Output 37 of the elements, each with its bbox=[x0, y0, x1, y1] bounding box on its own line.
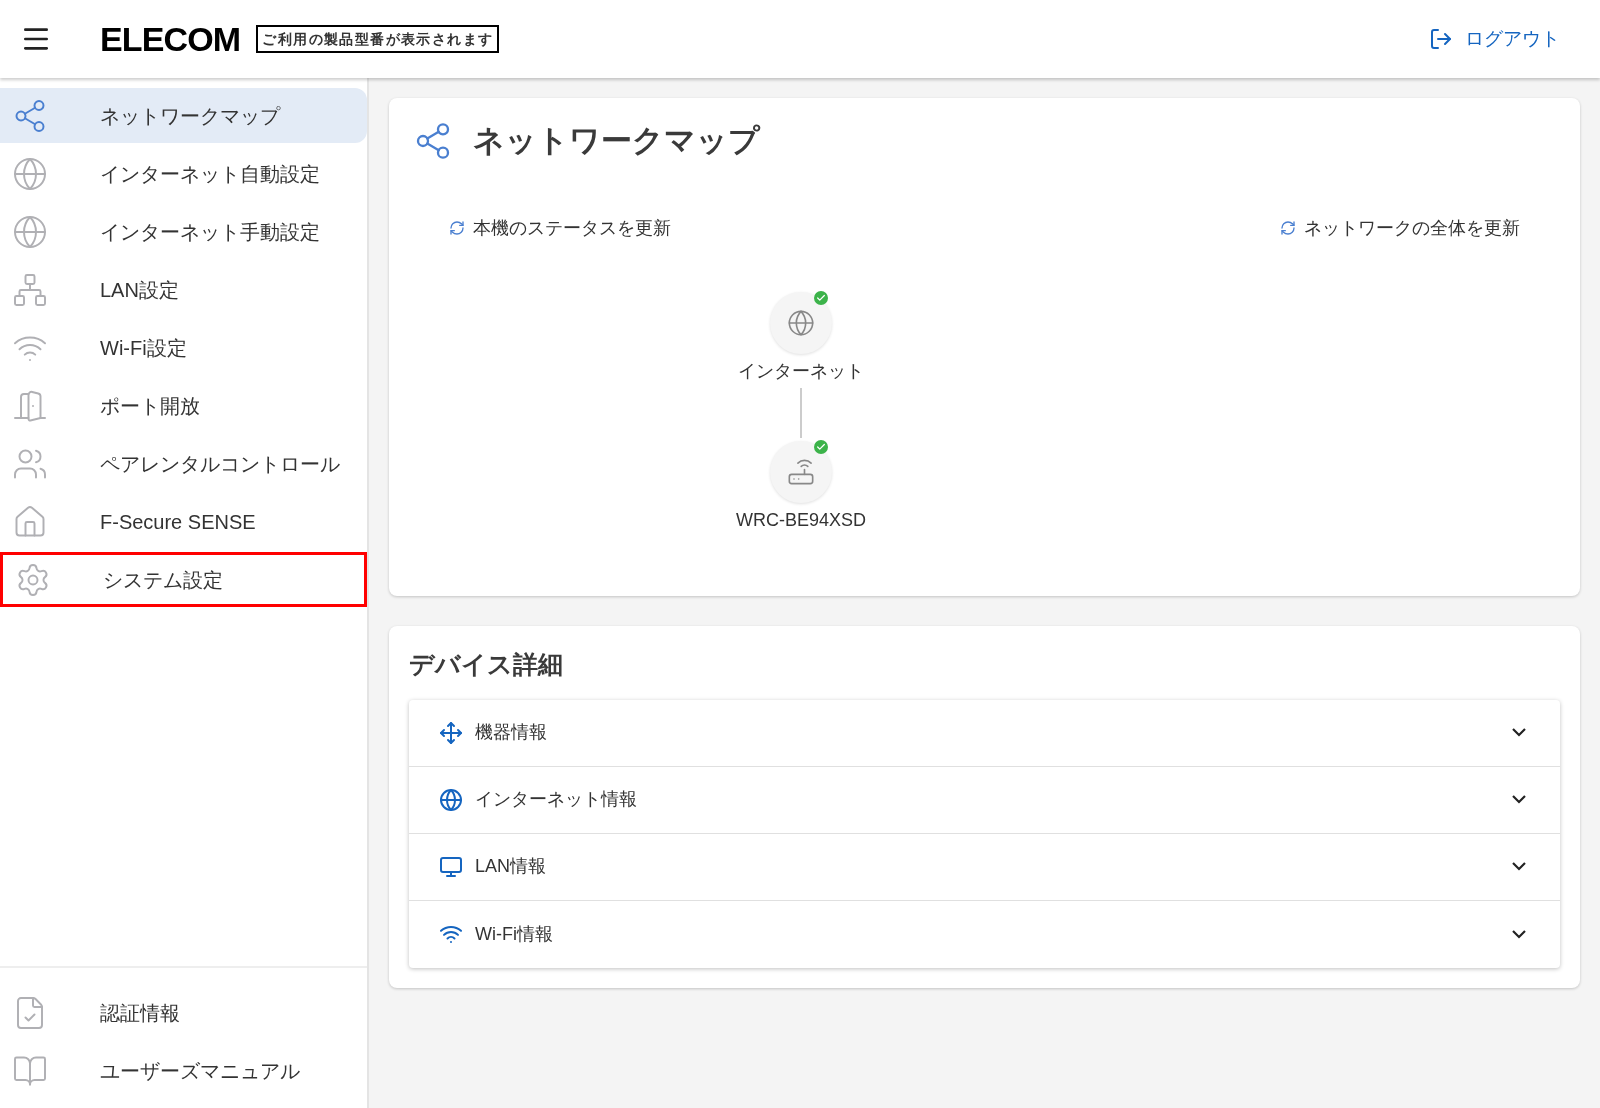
sidebar-item[interactable]: ネットワークマップ bbox=[0, 88, 367, 143]
accordion-item[interactable]: 機器情報 bbox=[409, 699, 1560, 767]
logout-link[interactable]: ログアウト bbox=[1429, 24, 1560, 54]
card-title: ネットワークマップ bbox=[473, 122, 760, 160]
sidebar-item[interactable]: インターネット自動設定 bbox=[0, 146, 367, 201]
router-icon bbox=[787, 457, 815, 486]
sidebar-item[interactable]: ポート開放 bbox=[0, 378, 367, 433]
device-node[interactable] bbox=[770, 440, 832, 503]
sidebar-item[interactable]: Wi-Fi設定 bbox=[0, 320, 367, 375]
sidebar-item[interactable]: LAN設定 bbox=[0, 262, 367, 317]
connector-line bbox=[800, 387, 802, 438]
model-label: ご利用の製品型番が表示されます bbox=[256, 25, 500, 53]
globe-icon bbox=[787, 308, 815, 337]
accordion-item[interactable]: インターネット情報 bbox=[409, 766, 1560, 834]
refresh-icon bbox=[1280, 220, 1296, 236]
sidebar-item[interactable]: インターネット手動設定 bbox=[0, 204, 367, 259]
refresh-network-button[interactable]: ネットワークの全体を更新 bbox=[1280, 214, 1520, 242]
logout-icon bbox=[1429, 27, 1453, 51]
monitor-icon bbox=[439, 854, 463, 879]
sidebar-item[interactable]: システム設定 bbox=[0, 552, 367, 607]
globe-icon bbox=[439, 787, 463, 812]
refresh-status-button[interactable]: 本機のステータスを更新 bbox=[449, 214, 671, 242]
node-label: WRC-BE94XSD bbox=[736, 508, 866, 532]
network-icon bbox=[12, 271, 48, 308]
accordion-item[interactable]: Wi-Fi情報 bbox=[409, 900, 1560, 968]
sidebar-item[interactable]: ユーザーズマニュアル bbox=[0, 1042, 367, 1100]
sidebar-item[interactable]: ペアレンタルコントロール bbox=[0, 436, 367, 491]
globe-icon bbox=[12, 155, 48, 192]
sidebar-item[interactable]: 認証情報 bbox=[0, 984, 367, 1042]
refresh-icon bbox=[449, 220, 465, 236]
accordion-item[interactable]: LAN情報 bbox=[409, 833, 1560, 901]
card-title: デバイス詳細 bbox=[409, 649, 564, 680]
globe-icon bbox=[12, 213, 48, 250]
node-label: インターネット bbox=[738, 359, 864, 383]
logo: ELECOM bbox=[100, 22, 241, 56]
sidebar-item[interactable]: F-Secure SENSE bbox=[0, 494, 367, 549]
device-node[interactable] bbox=[770, 291, 832, 354]
